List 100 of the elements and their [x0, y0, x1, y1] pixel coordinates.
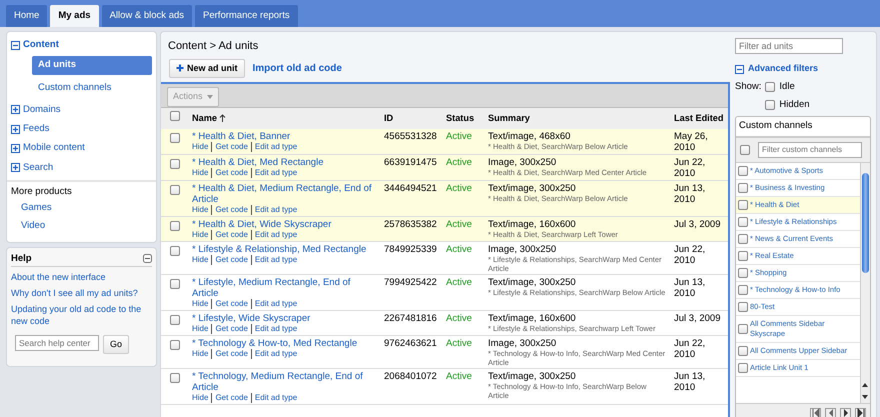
nav-link[interactable]: Feeds	[23, 122, 50, 136]
checkbox[interactable]	[738, 250, 748, 260]
row-action-link[interactable]: Edit ad type	[250, 168, 298, 178]
row-action-link[interactable]: Hide	[192, 168, 208, 178]
help-link[interactable]: Updating your old ad code to the new code	[11, 302, 152, 327]
scrollbar[interactable]	[860, 162, 870, 402]
row-action-link[interactable]: Edit ad type	[250, 324, 298, 334]
filter-field[interactable]: Filter custom channels	[758, 142, 862, 158]
last-page-icon[interactable]	[856, 408, 866, 417]
expand-icon[interactable]	[11, 105, 20, 114]
row-action-link[interactable]: Edit ad type	[250, 142, 298, 152]
row-action-link[interactable]: Edit ad type	[250, 204, 298, 215]
checkbox[interactable]	[738, 200, 748, 210]
expand-icon[interactable]	[11, 124, 20, 134]
row-action-link[interactable]: Get code	[211, 324, 248, 334]
checkbox[interactable]	[765, 82, 776, 92]
ad-unit-link[interactable]: * Health & Diet, Banner	[192, 130, 378, 142]
nav-link[interactable]: Mobile content	[23, 141, 85, 156]
checkbox[interactable]	[765, 100, 776, 110]
collapse-icon[interactable]	[143, 254, 152, 264]
checkbox[interactable]	[738, 302, 748, 312]
row-action-link[interactable]: Get code	[211, 392, 248, 403]
last-edited-date: Jun 13, 2010	[674, 182, 706, 205]
filter-field[interactable]: Filter ad units	[735, 38, 843, 54]
row-action-link[interactable]: Get code	[211, 254, 248, 265]
checkbox[interactable]	[738, 234, 748, 244]
expand-icon[interactable]	[11, 163, 20, 172]
row-action-link[interactable]: Hide	[192, 392, 208, 403]
checkbox[interactable]	[738, 182, 748, 192]
column-header[interactable]: Name	[192, 112, 218, 122]
search-field[interactable]: Search help center	[15, 334, 99, 351]
checkbox[interactable]	[170, 184, 180, 195]
ad-unit-link[interactable]: * Health & Diet, Medium Rectangle, End of Article	[192, 182, 378, 205]
ad-unit-link[interactable]: * Lifestyle & Relationship, Med Rectangle	[192, 244, 378, 255]
row-action-link[interactable]: Hide	[192, 254, 208, 265]
help-link[interactable]: About the new interface	[11, 270, 152, 283]
collapse-icon[interactable]	[735, 64, 744, 74]
checkbox[interactable]	[738, 362, 748, 372]
row-action-link[interactable]: Edit ad type	[250, 254, 298, 265]
row-action-link[interactable]: Hide	[192, 348, 208, 359]
column-header[interactable]: ID	[384, 112, 394, 122]
checkbox[interactable]	[738, 166, 748, 176]
new-ad-unit-button[interactable]: New ad unit	[169, 58, 245, 78]
first-page-icon[interactable]	[810, 408, 820, 417]
checkbox[interactable]	[170, 314, 180, 325]
row-action-link[interactable]: Edit ad type	[250, 298, 298, 309]
row-action-link[interactable]: Get code	[211, 298, 248, 309]
row-action-link[interactable]: Get code	[211, 142, 248, 152]
checkbox[interactable]	[738, 268, 748, 278]
checkbox[interactable]	[738, 346, 748, 356]
checkbox[interactable]	[170, 220, 180, 231]
row-action-link[interactable]: Hide	[192, 204, 208, 215]
nav-item[interactable]: Custom channels	[32, 78, 152, 97]
nav-link[interactable]: Games	[11, 199, 152, 218]
row-action-link[interactable]: Get code	[211, 230, 248, 240]
checkbox[interactable]	[170, 340, 180, 350]
collapse-icon[interactable]	[11, 40, 20, 50]
checkbox[interactable]	[170, 111, 180, 121]
go-button[interactable]: Go	[103, 334, 130, 354]
nav-link[interactable]: Content	[23, 38, 59, 52]
ad-unit-link[interactable]: * Lifestyle, Wide Skyscraper	[192, 312, 378, 324]
row-action-link[interactable]: Get code	[211, 348, 248, 359]
nav-link[interactable]: Search	[23, 160, 54, 175]
checkbox[interactable]	[740, 144, 750, 154]
nav-link[interactable]: Domains	[23, 102, 60, 117]
row-action-link[interactable]: Get code	[211, 168, 248, 178]
ad-unit-link[interactable]: * Lifestyle, Medium Rectangle, End of Article	[192, 276, 378, 299]
row-action-link[interactable]: Edit ad type	[250, 348, 298, 359]
checkbox[interactable]	[738, 324, 748, 334]
checkbox[interactable]	[170, 158, 180, 169]
ad-unit-link[interactable]: * Technology & How-to, Med Rectangle	[192, 338, 378, 349]
row-action-link[interactable]: Hide	[192, 324, 208, 334]
row-action-link[interactable]: Hide	[192, 142, 208, 152]
checkbox[interactable]	[170, 132, 180, 143]
nav-item[interactable]: Ad units	[32, 56, 152, 74]
status-text: Active	[446, 312, 472, 324]
help-link[interactable]: Why don't I see all my ad units?	[11, 286, 152, 299]
checkbox[interactable]	[738, 284, 748, 294]
tab[interactable]: My ads	[50, 5, 99, 27]
last-edited-date: Jul 3, 2009	[674, 218, 720, 230]
column-header[interactable]: Summary	[488, 112, 530, 122]
row-action-link[interactable]: Hide	[192, 298, 208, 309]
tab[interactable]: Allow & block ads	[102, 5, 192, 27]
tab[interactable]: Performance reports	[195, 5, 298, 27]
checkbox[interactable]	[170, 278, 180, 289]
checkbox[interactable]	[170, 372, 180, 383]
tab[interactable]: Home	[6, 5, 48, 27]
checkbox[interactable]	[738, 216, 748, 226]
ad-unit-link[interactable]: * Health & Diet, Wide Skyscraper	[192, 218, 378, 230]
nav-link[interactable]: Video	[11, 217, 152, 236]
row-action-link[interactable]: Hide	[192, 230, 208, 240]
row-action-link[interactable]: Edit ad type	[250, 230, 298, 240]
checkbox[interactable]	[170, 246, 180, 256]
ad-unit-link[interactable]: * Health & Diet, Med Rectangle	[192, 156, 378, 168]
row-action-link[interactable]: Edit ad type	[250, 392, 298, 403]
import-link[interactable]: Import old ad code	[252, 60, 342, 76]
expand-icon[interactable]	[11, 144, 20, 153]
ad-unit-link[interactable]: * Technology, Medium Rectangle, End of Article	[192, 370, 378, 393]
advanced-filters-link[interactable]: Advanced filters	[748, 62, 818, 76]
row-action-link[interactable]: Get code	[211, 204, 248, 215]
